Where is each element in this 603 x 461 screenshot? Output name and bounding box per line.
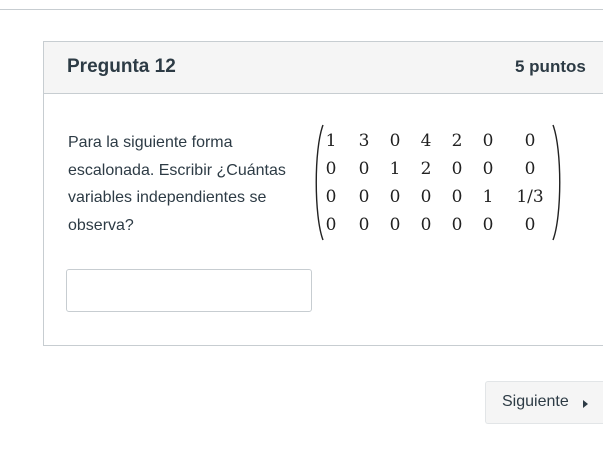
- answer-input[interactable]: [66, 269, 312, 312]
- matrix-cell: 0: [524, 131, 536, 151]
- matrix-cell: 0: [325, 187, 337, 207]
- matrix-cell: 1: [325, 131, 337, 151]
- triangle-right-icon: [583, 400, 588, 408]
- matrix-cell: 0: [482, 131, 494, 151]
- question-title: Pregunta 12: [67, 56, 176, 77]
- matrix-cell: 0: [325, 159, 337, 179]
- question-text: Para la siguiente forma escalonada. Escr…: [68, 129, 308, 239]
- top-divider: [0, 9, 603, 10]
- matrix-cell: 0: [482, 159, 494, 179]
- matrix-cell: 0: [524, 215, 536, 235]
- matrix-cell: 0: [524, 159, 536, 179]
- matrix-cell: 0: [325, 215, 337, 235]
- matrix: 1 3 0 4 2 0 0 0 0 1 2 0 0 0 0 0 0 0 0 1 1/3 0 0 0 0 0 0 0: [312, 124, 567, 241]
- matrix-cell: 1: [482, 187, 494, 207]
- question-points: 5 puntos: [515, 57, 586, 76]
- matrix-cell: 0: [482, 215, 494, 235]
- right-parenthesis: [552, 124, 561, 241]
- next-button[interactable]: Siguiente: [485, 381, 603, 424]
- question-prompt: Para la siguiente forma escalonada. Escr…: [68, 134, 286, 234]
- question-header: Pregunta 12 5 puntos: [44, 42, 603, 94]
- next-button-label: Siguiente: [502, 393, 569, 410]
- question-card: Pregunta 12 5 puntos Para la siguiente f…: [43, 41, 603, 346]
- matrix-cell: 1/3: [516, 187, 544, 207]
